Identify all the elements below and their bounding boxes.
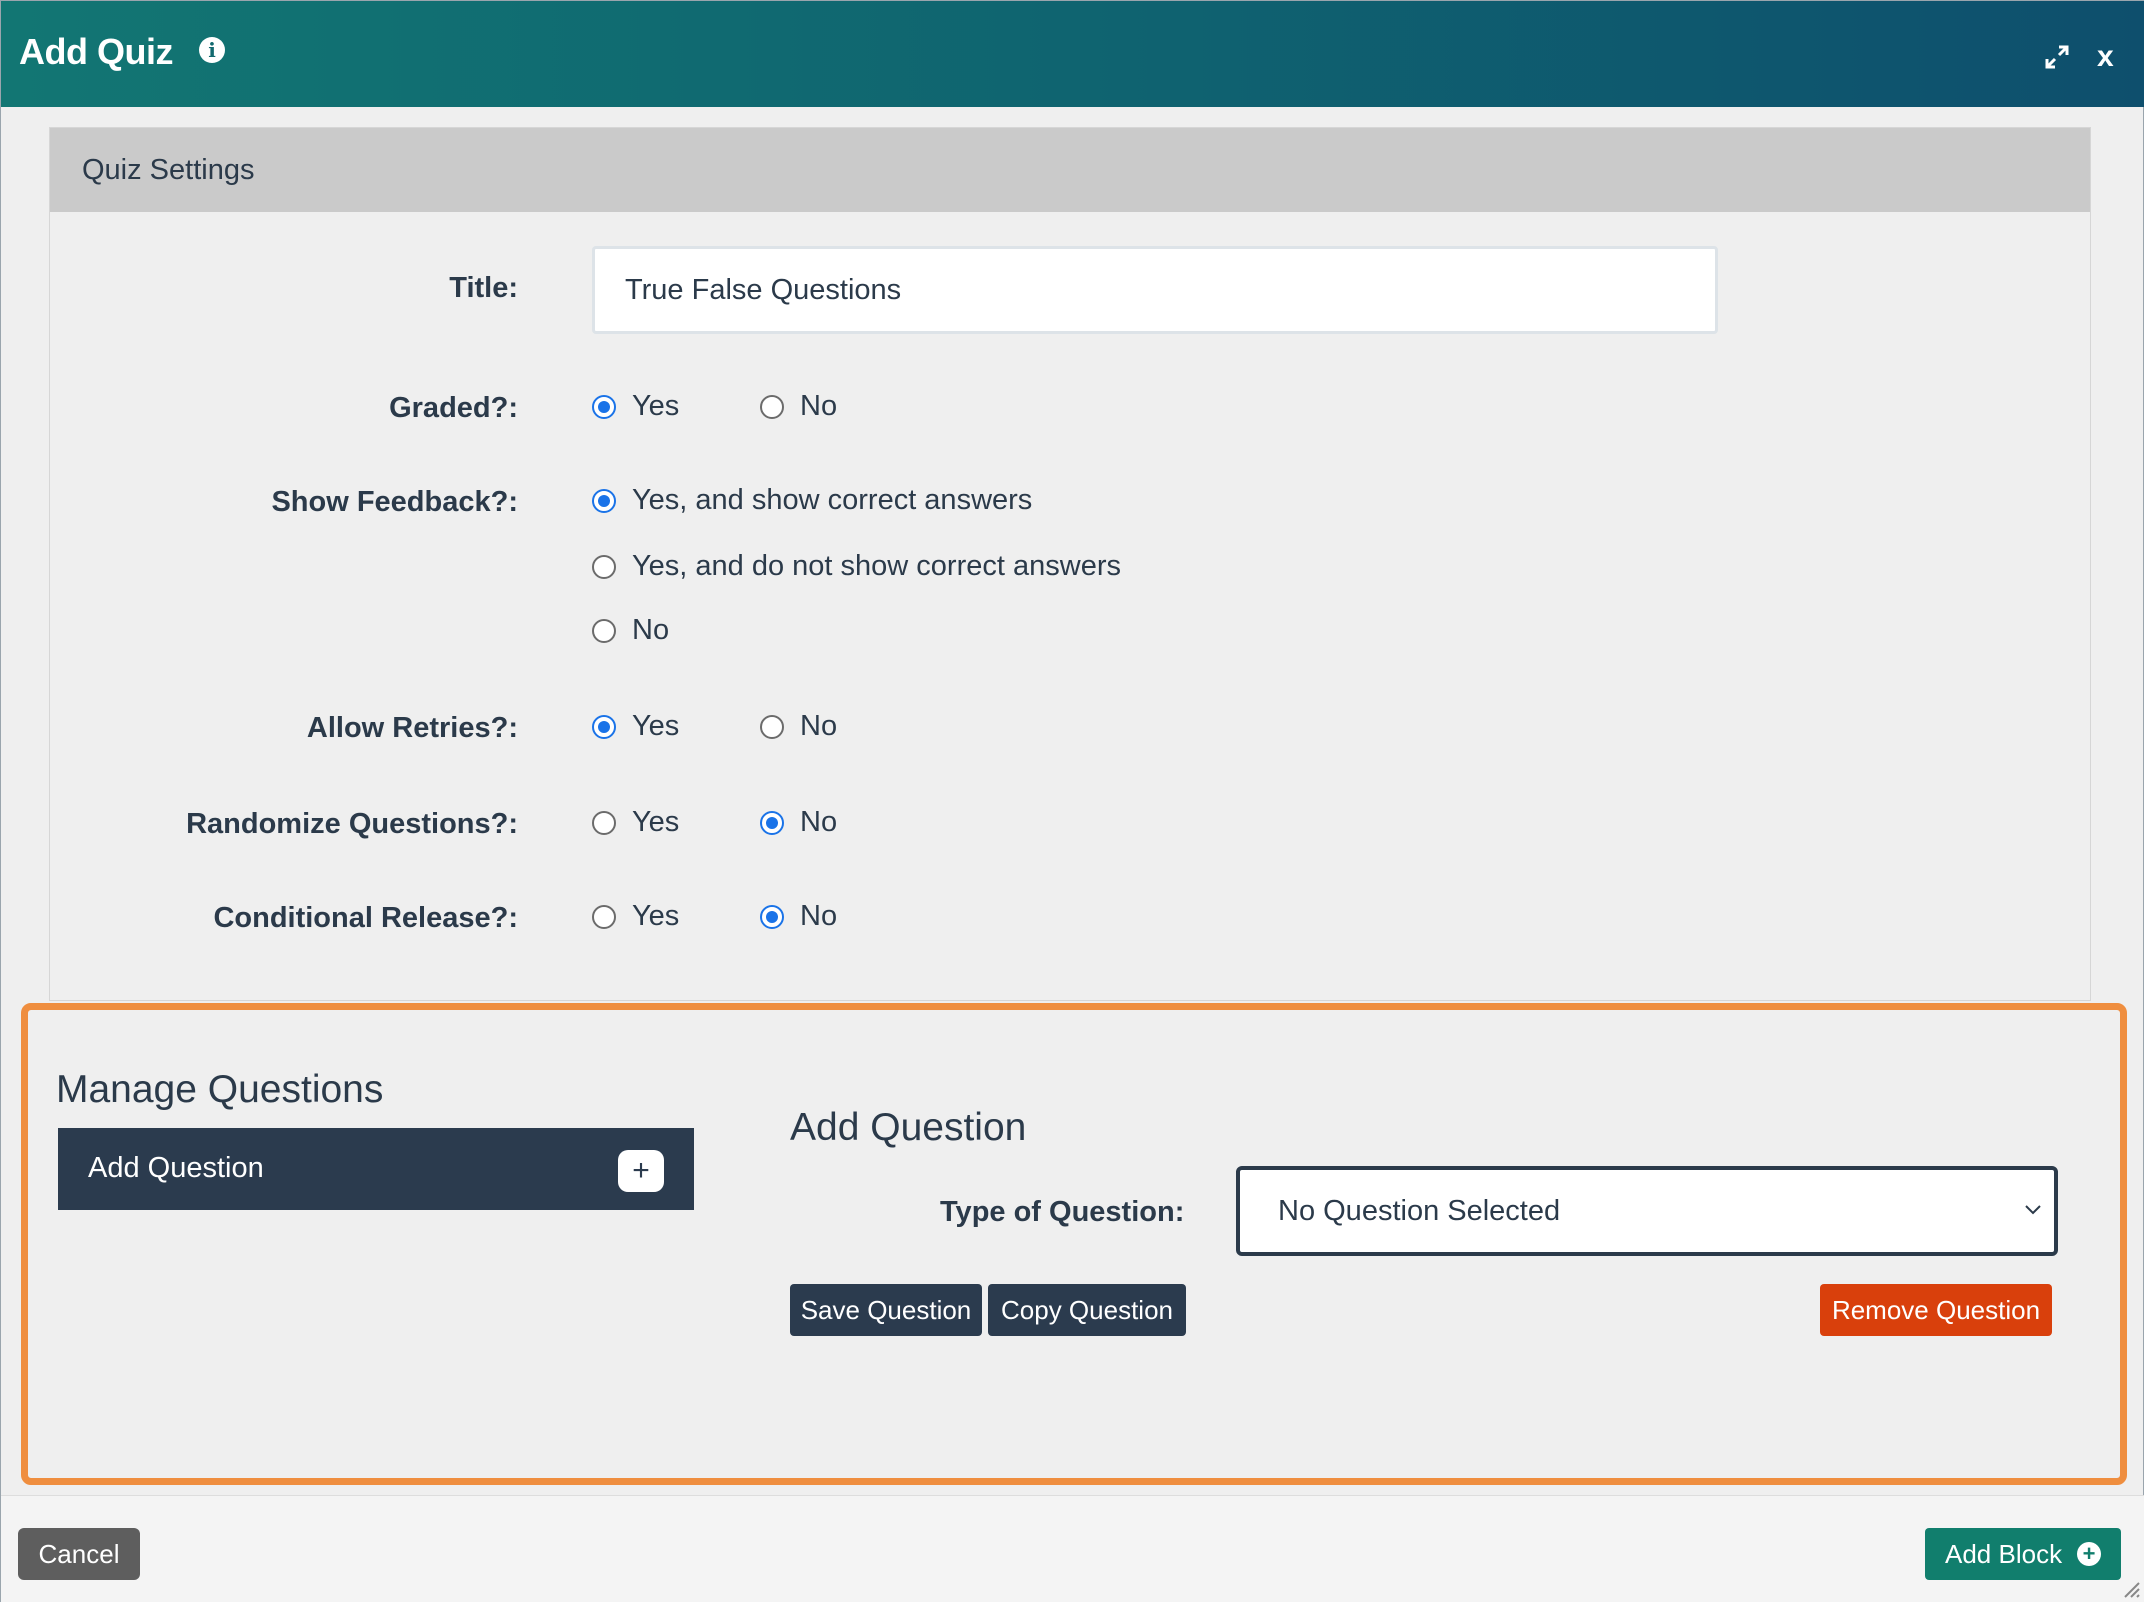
- randomize-yes-radio[interactable]: Yes: [592, 806, 679, 839]
- info-icon[interactable]: i: [199, 37, 225, 63]
- manage-questions-title: Manage Questions: [56, 1068, 384, 1111]
- add-quiz-dialog: Add Quiz i x Quiz Settings Title: True F…: [0, 0, 2144, 1602]
- graded-yes-radio[interactable]: Yes: [592, 390, 679, 423]
- radio-checked[interactable]: [760, 810, 784, 835]
- type-of-question-select[interactable]: No Question Selected: [1236, 1166, 2058, 1256]
- radio-label: Yes: [632, 900, 680, 932]
- radio-checked[interactable]: [592, 714, 616, 739]
- radio-unchecked[interactable]: [592, 904, 616, 929]
- add-block-label: Add Block: [1945, 1539, 2063, 1569]
- plus-circle-icon: +: [2077, 1542, 2101, 1566]
- radio-label: No: [800, 390, 838, 422]
- add-block-button[interactable]: Add Block +: [1925, 1528, 2121, 1580]
- retries-yes-radio[interactable]: Yes: [592, 710, 679, 743]
- manage-questions-section: Manage Questions Add Question + Add Ques…: [21, 1003, 2127, 1485]
- radio-unchecked[interactable]: [592, 618, 616, 643]
- quiz-settings-header: Quiz Settings: [50, 128, 2090, 212]
- feedback-hide-answers-radio[interactable]: Yes, and do not show correct answers: [592, 550, 1121, 583]
- radio-label: No: [632, 614, 670, 646]
- radio-label: No: [800, 710, 838, 742]
- quiz-settings-panel: Quiz Settings Title: True False Question…: [49, 127, 2091, 1001]
- retries-no-radio[interactable]: No: [760, 710, 837, 743]
- radio-label: Yes: [632, 710, 680, 742]
- radio-label: Yes, and do not show correct answers: [632, 550, 1121, 582]
- radio-label: Yes: [632, 806, 680, 838]
- expand-icon[interactable]: [2043, 43, 2071, 71]
- cancel-button[interactable]: Cancel: [18, 1528, 140, 1580]
- dialog-footer: Cancel Add Block +: [1, 1495, 2144, 1602]
- radio-label: Yes, and show correct answers: [632, 484, 1033, 516]
- title-label: Title:: [449, 272, 518, 304]
- radio-unchecked[interactable]: [592, 810, 616, 835]
- remove-question-button[interactable]: Remove Question: [1820, 1284, 2052, 1336]
- add-question-item[interactable]: Add Question +: [58, 1128, 694, 1210]
- radio-unchecked[interactable]: [760, 714, 784, 739]
- radio-label: No: [800, 900, 838, 932]
- add-question-title: Add Question: [790, 1106, 1027, 1149]
- resize-handle-icon[interactable]: [2119, 1577, 2141, 1599]
- dialog-titlebar: Add Quiz i x: [1, 1, 2144, 107]
- randomize-questions-label: Randomize Questions?:: [186, 808, 518, 840]
- feedback-no-radio[interactable]: No: [592, 614, 669, 647]
- conditional-no-radio[interactable]: No: [760, 900, 837, 933]
- chevron-down-icon: [2025, 1205, 2041, 1215]
- conditional-yes-radio[interactable]: Yes: [592, 900, 679, 933]
- radio-label: No: [800, 806, 838, 838]
- radio-unchecked[interactable]: [760, 394, 784, 419]
- dialog-title: Add Quiz: [19, 31, 173, 72]
- conditional-release-label: Conditional Release?:: [213, 902, 518, 934]
- type-of-question-label: Type of Question:: [940, 1196, 1185, 1228]
- plus-icon[interactable]: +: [618, 1150, 664, 1192]
- radio-checked[interactable]: [760, 904, 784, 929]
- graded-label: Graded?:: [389, 392, 518, 424]
- radio-checked[interactable]: [592, 394, 616, 419]
- show-feedback-label: Show Feedback?:: [271, 486, 518, 518]
- randomize-no-radio[interactable]: No: [760, 806, 837, 839]
- radio-checked[interactable]: [592, 488, 616, 513]
- radio-unchecked[interactable]: [592, 554, 616, 579]
- radio-label: Yes: [632, 390, 680, 422]
- close-icon[interactable]: x: [2097, 37, 2114, 77]
- type-of-question-value: No Question Selected: [1278, 1195, 1561, 1227]
- allow-retries-label: Allow Retries?:: [306, 712, 518, 744]
- title-input[interactable]: True False Questions: [592, 246, 1718, 334]
- quiz-settings-title: Quiz Settings: [82, 154, 255, 186]
- copy-question-button[interactable]: Copy Question: [988, 1284, 1186, 1336]
- add-question-item-label: Add Question: [88, 1152, 264, 1184]
- graded-no-radio[interactable]: No: [760, 390, 837, 423]
- save-question-button[interactable]: Save Question: [790, 1284, 982, 1336]
- feedback-show-answers-radio[interactable]: Yes, and show correct answers: [592, 484, 1032, 517]
